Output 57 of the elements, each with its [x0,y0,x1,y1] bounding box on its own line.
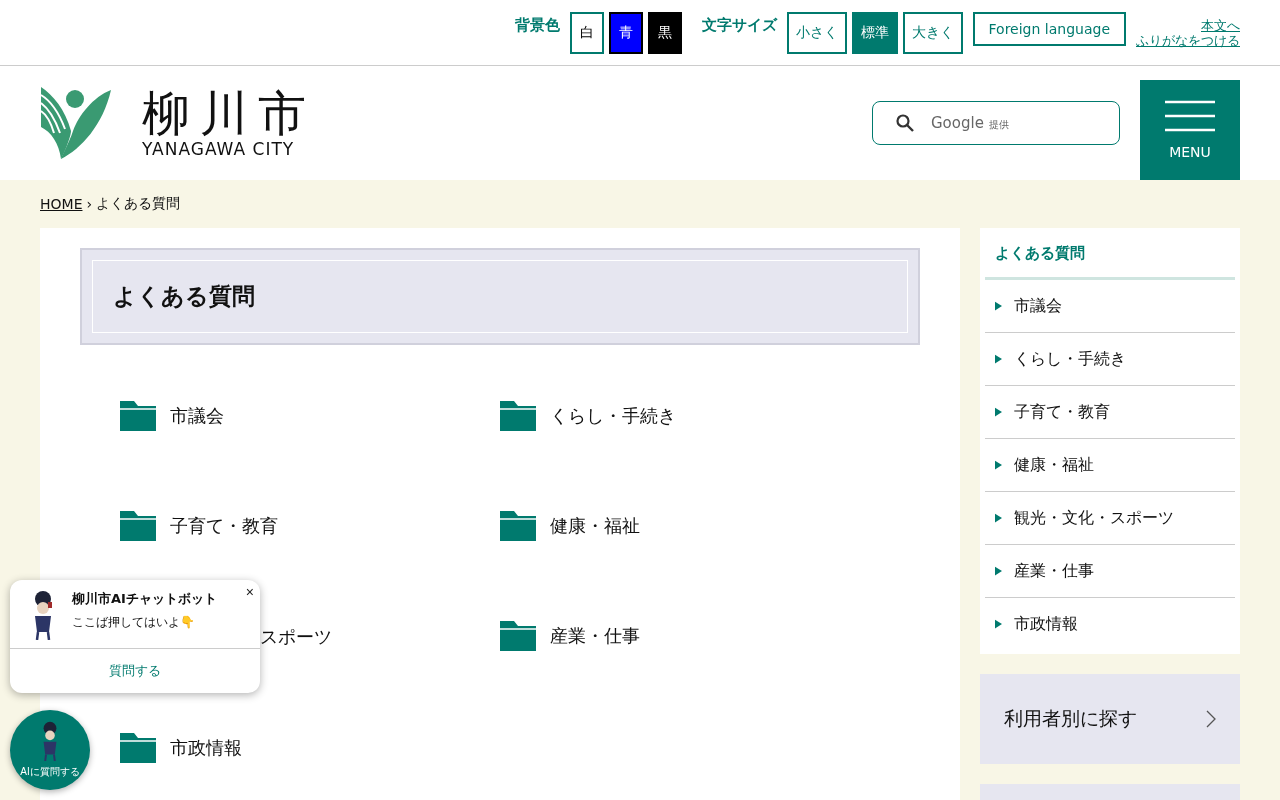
folder-icon [120,733,156,763]
sidebar-item[interactable]: 健康・福祉 [985,439,1235,492]
triangle-icon [995,460,1002,470]
category-link[interactable]: スポーツ [260,625,332,649]
city-name-english: YANAGAWA CITY [142,139,295,159]
background-color-button[interactable]: 白 [569,11,604,54]
folder-icon [500,401,536,431]
ask-question-button[interactable]: 質問する [10,649,260,693]
breadcrumb-current: よくある質問 [96,195,181,213]
category-link[interactable]: 市政情報 [170,736,242,760]
triangle-icon [995,354,1002,364]
close-button[interactable]: × [245,584,254,600]
chevron-icon [1206,710,1216,728]
page-title: よくある質問 [113,282,256,311]
background-color-button[interactable]: 黒 [647,11,682,54]
category-link[interactable]: 健康・福祉 [550,514,640,538]
breadcrumb-link[interactable]: HOME [40,196,83,212]
triangle-icon [995,301,1002,311]
text-size-button[interactable]: 大きく [902,11,963,54]
text-size-label: 文字サイズ [701,16,777,35]
foreign-language-button[interactable]: Foreign language [972,11,1126,46]
background-color-label: 背景色 [514,16,560,35]
triangle-icon [995,407,1002,417]
search-field[interactable]: Google 提供 [872,101,1120,145]
sidebar-item[interactable]: 子育て・教育 [985,386,1235,439]
search-placeholder: Google 提供 [931,114,1009,132]
text-size-button[interactable]: 小さく [786,11,847,54]
category-link[interactable]: 市議会 [170,404,224,428]
city-name-logo: 柳川市 [142,87,316,139]
chatbot-title: 柳川市AIチャットボット [72,590,217,608]
sidebar-item[interactable]: 市議会 [985,280,1235,333]
triangle-icon [995,566,1002,576]
menu-icon [1165,100,1215,132]
sidebar-item[interactable]: くらし・手続き [985,333,1235,386]
triangle-icon [995,513,1002,523]
sidebar-item[interactable]: 産業・仕事 [985,545,1235,598]
city-emblem-icon [40,87,112,159]
furigana-link[interactable]: ふりがなをつける [1136,32,1240,48]
skip-to-content-link[interactable]: 本文へ [1201,17,1240,33]
sidebar-item[interactable]: 観光・文化・スポーツ [985,492,1235,545]
folder-icon [500,511,536,541]
folder-icon [500,621,536,651]
category-link[interactable]: 子育て・教育 [170,514,278,538]
folder-icon [120,511,156,541]
text-size-button[interactable]: 標準 [851,11,898,54]
search-icon [895,113,915,133]
folder-icon [120,401,156,431]
sidebar-item[interactable]: 市政情報 [985,598,1235,650]
triangle-icon [995,619,1002,629]
chatbot-message: ここば押してはいよ👇 [72,614,196,631]
breadcrumb-separator: › [86,196,93,212]
find-by-user-button[interactable]: 利用者別に探す [980,674,1240,764]
menu-button[interactable]: MENU [1140,80,1240,180]
category-link[interactable]: 産業・仕事 [550,624,640,648]
background-color-button[interactable]: 青 [608,11,643,54]
category-link[interactable]: くらし・手続き [550,404,676,428]
sidebar-title: よくある質問 [985,240,1235,280]
